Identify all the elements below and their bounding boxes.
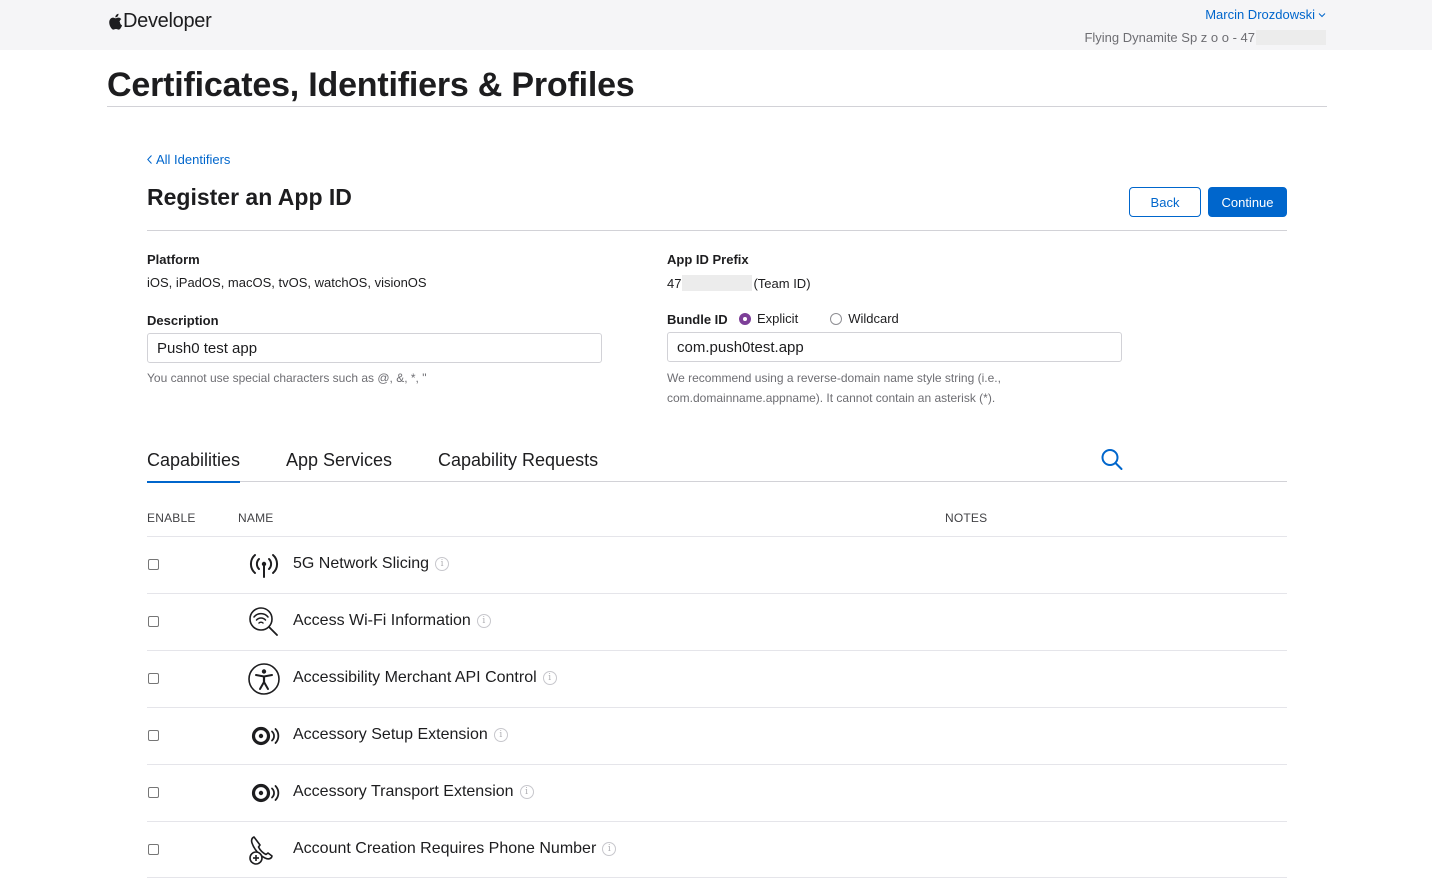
capability-tabs: Capabilities App Services Capability Req… — [147, 440, 1287, 483]
name-column-header: NAME — [238, 511, 274, 525]
description-input[interactable] — [147, 333, 602, 363]
enable-checkbox[interactable] — [148, 730, 159, 741]
capability-label: Account Creation Requires Phone Number — [293, 840, 597, 857]
capability-label: Accessibility Merchant API Control — [293, 669, 537, 686]
tab-capability-requests[interactable]: Capability Requests — [438, 450, 598, 481]
team-label: Flying Dynamite Sp z o o - 47 — [1084, 30, 1255, 45]
info-icon[interactable]: i — [476, 614, 491, 628]
capability-name: Accessory Transport Extension i — [293, 783, 534, 801]
capability-name: Access Wi-Fi Information i — [293, 612, 491, 630]
divider — [147, 230, 1287, 231]
table-row: Account Creation Requires Phone Number i — [147, 821, 1287, 878]
table-row: Accessory Setup Extension i — [147, 707, 1287, 764]
info-icon[interactable]: i — [435, 557, 450, 571]
prefix-team-id: (Team ID) — [753, 276, 811, 291]
account-menu: Marcin Drozdowski Flying Dynamite Sp z o… — [1084, 6, 1326, 45]
page-title: Certificates, Identifiers & Profiles — [107, 66, 635, 104]
bundle-id-type-radios: Explicit Wildcard — [739, 311, 899, 326]
enable-checkbox[interactable] — [148, 844, 159, 855]
global-header: Developer Marcin Drozdowski Flying Dynam… — [0, 0, 1432, 50]
radio-empty-icon — [830, 312, 843, 325]
capability-name: 5G Network Slicing i — [293, 555, 450, 573]
info-icon[interactable]: i — [602, 842, 617, 856]
brand-label: Developer — [123, 10, 212, 32]
capability-label: 5G Network Slicing — [293, 555, 430, 572]
prefix-start: 47 — [667, 276, 682, 291]
enable-column-header: ENABLE — [147, 511, 196, 525]
bundle-id-label: Bundle ID — [667, 312, 728, 327]
platform-label: Platform — [147, 252, 200, 267]
user-menu-button[interactable]: Marcin Drozdowski — [1205, 7, 1326, 22]
wildcard-radio[interactable]: Wildcard — [830, 311, 899, 326]
continue-button[interactable]: Continue — [1208, 187, 1287, 217]
capability-name: Accessibility Merchant API Control i — [293, 669, 557, 687]
antenna-icon — [249, 554, 279, 578]
enable-checkbox[interactable] — [148, 559, 159, 570]
tab-capabilities[interactable]: Capabilities — [147, 450, 241, 483]
notes-column-header: NOTES — [945, 511, 988, 525]
developer-logo[interactable]: Developer — [108, 10, 212, 33]
chevron-down-icon — [1318, 12, 1326, 17]
table-row: Accessibility Merchant API Control i — [147, 650, 1287, 707]
capability-label: Accessory Setup Extension — [293, 726, 488, 743]
chevron-left-icon — [147, 155, 152, 164]
bundle-id-hint-line1: We recommend using a reverse-domain name… — [667, 371, 1001, 385]
back-button[interactable]: Back — [1129, 187, 1201, 217]
apple-logo-icon — [109, 13, 122, 30]
enable-checkbox[interactable] — [148, 787, 159, 798]
explicit-label: Explicit — [757, 311, 799, 326]
wifi-search-icon — [249, 607, 278, 636]
accessory-icon — [251, 783, 280, 803]
capability-label: Access Wi-Fi Information — [293, 612, 471, 629]
tab-app-services[interactable]: App Services — [286, 450, 392, 481]
table-row: Accessory Transport Extension i — [147, 764, 1287, 821]
accessibility-icon — [248, 663, 280, 695]
back-link-label: All Identifiers — [156, 152, 231, 167]
bundle-id-input[interactable] — [667, 332, 1122, 362]
divider — [107, 106, 1327, 107]
capability-label: Accessory Transport Extension — [293, 783, 514, 800]
wildcard-label: Wildcard — [848, 311, 899, 326]
info-icon[interactable]: i — [519, 785, 534, 799]
radio-selected-icon — [739, 312, 751, 325]
explicit-radio[interactable]: Explicit — [739, 311, 798, 326]
info-icon[interactable]: i — [493, 728, 508, 742]
all-identifiers-link[interactable]: All Identifiers — [147, 152, 230, 167]
table-row: 5G Network Slicing i — [147, 536, 1287, 593]
phone-add-icon — [249, 836, 273, 865]
info-icon[interactable]: i — [542, 671, 557, 685]
section-title: Register an App ID — [147, 184, 352, 210]
redacted-block — [1256, 30, 1326, 45]
app-id-prefix-label: App ID Prefix — [667, 252, 749, 267]
redacted-block — [682, 275, 753, 291]
capability-name: Accessory Setup Extension i — [293, 726, 508, 744]
enable-checkbox[interactable] — [148, 673, 159, 684]
bundle-id-hint-line2: com.domainname.appname). It cannot conta… — [667, 391, 996, 405]
app-id-prefix-value: 47 (Team ID) — [667, 275, 811, 291]
description-hint: You cannot use special characters such a… — [147, 371, 427, 385]
accessory-icon — [251, 726, 280, 746]
enable-checkbox[interactable] — [148, 616, 159, 627]
capability-name: Account Creation Requires Phone Number i — [293, 840, 617, 858]
table-row: Access Wi-Fi Information i — [147, 593, 1287, 650]
team-name: Flying Dynamite Sp z o o - 47 — [1084, 30, 1326, 45]
platform-value: iOS, iPadOS, macOS, tvOS, watchOS, visio… — [147, 275, 427, 290]
user-name: Marcin Drozdowski — [1205, 7, 1315, 22]
description-label: Description — [147, 313, 219, 328]
search-icon[interactable] — [1099, 447, 1125, 473]
